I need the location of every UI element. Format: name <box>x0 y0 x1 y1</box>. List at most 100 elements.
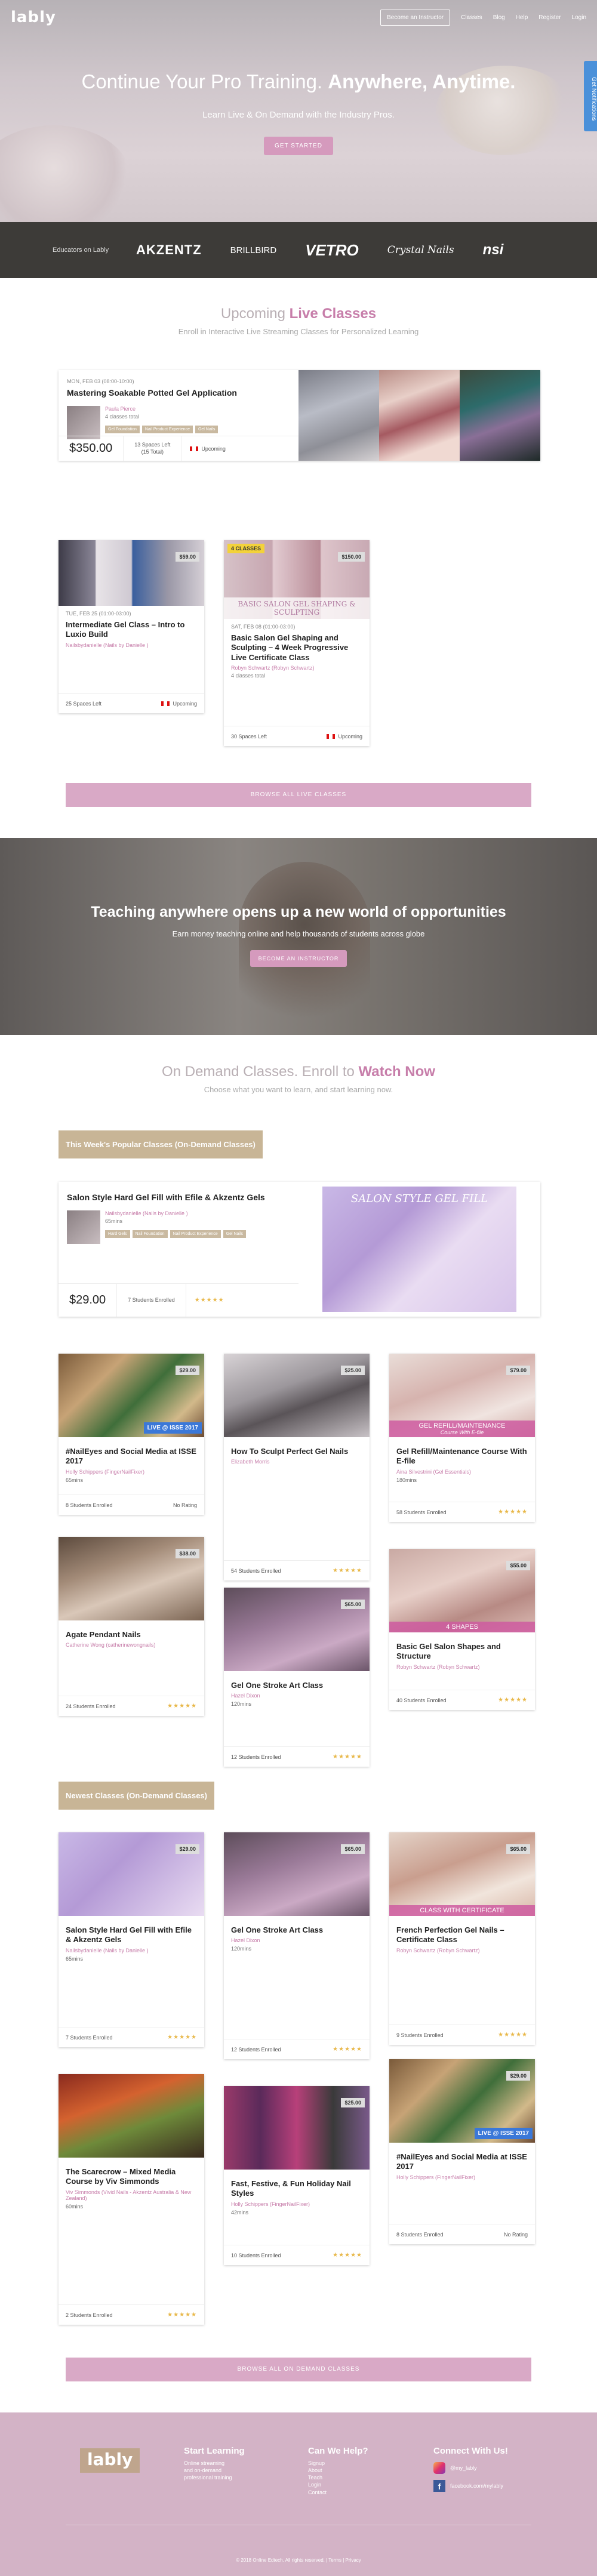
instructor-name[interactable]: Robyn Schwartz (Robyn Schwartz) <box>231 665 362 671</box>
footer-link-contact[interactable]: Contact <box>308 2489 368 2496</box>
ondemand-class-card[interactable]: $25.00 Fast, Festive, & Fun Holiday Nail … <box>224 2086 370 2265</box>
instructor-name[interactable]: Nailsbydanielle (Nails by Danielle ) <box>66 642 197 648</box>
ondemand-class-card[interactable]: $29.00 LIVE @ ISSE 2017 #NailEyes and Soci… <box>389 2059 535 2244</box>
card-body: Gel One Stroke Art Class Hazel Dixon 120mi… <box>224 1671 370 1713</box>
rating: ★★★★★ <box>498 1697 528 1703</box>
students-enrolled: 12 Students Enrolled <box>231 2046 281 2053</box>
instagram-link[interactable]: @my_lably <box>433 2462 508 2474</box>
class-title[interactable]: Basic Gel Salon Shapes and Structure <box>396 1642 528 1662</box>
instructor-name[interactable]: Holly Schippers (FingerNailFixer) <box>66 1469 197 1475</box>
instructor-name[interactable]: Holly Schippers (FingerNailFixer) <box>396 2174 528 2180</box>
browse-ondemand-classes-button[interactable]: BROWSE ALL ON DEMAND CLASSES <box>66 2358 531 2381</box>
class-thumbnail[interactable]: 4 CLASSES $150.00 BASIC SALON GEL SHAPIN… <box>224 540 370 619</box>
ondemand-class-card[interactable]: $55.00 4 SHAPES Basic Gel Salon Shapes and… <box>389 1549 535 1710</box>
live-class-card[interactable]: 4 CLASSES $150.00 BASIC SALON GEL SHAPIN… <box>224 540 370 746</box>
class-title[interactable]: The Scarecrow – Mixed Media Course by Vi… <box>66 2167 197 2187</box>
become-instructor-cta[interactable]: BECOME AN INSTRUCTOR <box>250 950 347 967</box>
hero-title-bold: Anywhere, Anytime. <box>328 70 516 93</box>
tag[interactable]: Hard Gels <box>105 1230 130 1238</box>
akzentz-logo[interactable]: AKZENTZ <box>136 242 202 258</box>
get-started-button[interactable]: GET STARTED <box>264 137 333 155</box>
site-logo[interactable]: lably <box>11 8 56 26</box>
class-title[interactable]: How To Sculpt Perfect Gel Nails <box>231 1447 362 1456</box>
instructor-name[interactable]: Viv Simmonds (Vivid Nails - Akzentz Aust… <box>66 2189 197 2201</box>
ondemand-class-card[interactable]: $29.00 Salon Style Hard Gel Fill with Efi… <box>59 1832 204 2047</box>
footer-link-about[interactable]: About <box>308 2467 368 2474</box>
class-thumbnail[interactable]: $25.00 <box>224 2086 370 2170</box>
classes-total: 4 classes total <box>105 413 140 420</box>
become-instructor-button[interactable]: Become an Instructor <box>380 9 451 26</box>
ondemand-class-card[interactable]: $25.00 How To Sculpt Perfect Gel Nails Eli… <box>224 1354 370 1580</box>
class-thumbnail[interactable]: $79.00 GEL REFILL/MAINTENANCE Course With … <box>389 1354 535 1437</box>
instructor-name[interactable]: Nailsbydanielle (Nails by Danielle ) <box>66 1948 197 1953</box>
class-title[interactable]: Gel One Stroke Art Class <box>231 1925 362 1935</box>
class-title[interactable]: Salon Style Hard Gel Fill with Efile & A… <box>66 1925 197 1945</box>
footer-link-login[interactable]: Login <box>308 2481 368 2488</box>
class-title[interactable]: Intermediate Gel Class – Intro to Luxio … <box>66 620 197 640</box>
class-title[interactable]: Agate Pendant Nails <box>66 1630 197 1640</box>
class-title[interactable]: #NailEyes and Social Media at ISSE 2017 <box>66 1447 197 1466</box>
browse-live-classes-button[interactable]: BROWSE ALL LIVE CLASSES <box>66 783 531 807</box>
class-thumbnail[interactable]: $29.00 <box>59 1832 204 1916</box>
class-title[interactable]: Basic Salon Gel Shaping and Sculpting – … <box>231 633 362 663</box>
tag[interactable]: Nail Product Experience <box>141 425 193 433</box>
students-enrolled: 9 Students Enrolled <box>396 2032 444 2038</box>
instructor-name[interactable]: Holly Schippers (FingerNailFixer) <box>231 2201 362 2207</box>
tag[interactable]: Nail Foundation <box>132 1230 168 1238</box>
ondemand-class-card[interactable]: $65.00 Gel One Stroke Art Class Hazel Dixo… <box>224 1588 370 1767</box>
class-title[interactable]: French Perfection Gel Nails – Certificat… <box>396 1925 528 1945</box>
nav-link-blog[interactable]: Blog <box>493 14 505 21</box>
instructor-name[interactable]: Catherine Wong (catherinewongnails) <box>66 1642 197 1648</box>
class-title[interactable]: Fast, Festive, & Fun Holiday Nail Styles <box>231 2179 362 2199</box>
ondemand-class-card[interactable]: $79.00 GEL REFILL/MAINTENANCE Course With … <box>389 1354 535 1522</box>
ondemand-class-card[interactable]: $38.00 Agate Pendant Nails Catherine Wong … <box>59 1537 204 1716</box>
class-thumbnail[interactable]: $25.00 <box>224 1354 370 1437</box>
tag[interactable]: Nail Product Experience <box>170 1230 221 1238</box>
class-thumbnail[interactable]: $55.00 4 SHAPES <box>389 1549 535 1632</box>
vetro-logo[interactable]: VETRO <box>305 241 359 260</box>
class-thumbnail[interactable]: $29.00 LIVE @ ISSE 2017 <box>59 1354 204 1437</box>
instructor-name[interactable]: Robyn Schwartz (Robyn Schwartz) <box>396 1664 528 1670</box>
class-title[interactable]: Gel One Stroke Art Class <box>231 1681 362 1690</box>
class-thumbnail[interactable]: $65.00 CLASS WITH CERTIFICATE <box>389 1832 535 1916</box>
class-title[interactable]: Gel Refill/Maintenance Course With E-fil… <box>396 1447 528 1466</box>
class-thumbnail[interactable]: $65.00 <box>224 1588 370 1671</box>
class-thumbnail[interactable]: $65.00 <box>224 1832 370 1916</box>
class-title[interactable]: Salon Style Hard Gel Fill with Efile & A… <box>67 1193 290 1203</box>
nav-link-classes[interactable]: Classes <box>461 14 482 21</box>
instructor-name[interactable]: Nailsbydanielle (Nails by Danielle ) <box>105 1210 246 1216</box>
tag[interactable]: Gel Nails <box>195 425 219 433</box>
tag[interactable]: Gel Nails <box>223 1230 247 1238</box>
footer-link-signup[interactable]: Signup <box>308 2460 368 2467</box>
instructor-name[interactable]: Hazel Dixon <box>231 1937 362 1943</box>
ondemand-class-card[interactable]: $29.00 LIVE @ ISSE 2017 #NailEyes and Soci… <box>59 1354 204 1515</box>
class-title[interactable]: #NailEyes and Social Media at ISSE 2017 <box>396 2152 528 2172</box>
tag[interactable]: Gel Foundation <box>105 425 140 433</box>
featured-live-class-card[interactable]: MON, FEB 03 (08:00-10:00) Mastering Soak… <box>59 370 540 461</box>
ondemand-class-card[interactable]: $65.00 Gel One Stroke Art Class Hazel Dixo… <box>224 1832 370 2059</box>
nav-link-register[interactable]: Register <box>538 14 561 21</box>
instructor-name[interactable]: Robyn Schwartz (Robyn Schwartz) <box>396 1948 528 1953</box>
facebook-link[interactable]: f facebook.com/mylably <box>433 2480 508 2492</box>
brillbird-logo[interactable]: BRILLBIRD <box>230 245 277 255</box>
nav-link-login[interactable]: Login <box>572 14 586 21</box>
instructor-name[interactable]: Aina Silvestrini (Gel Essentials) <box>396 1469 528 1475</box>
class-title[interactable]: Mastering Soakable Potted Gel Applicatio… <box>67 388 290 399</box>
nsi-logo[interactable]: nsi <box>483 242 504 258</box>
ondemand-class-card[interactable]: $65.00 CLASS WITH CERTIFICATE French Perfe… <box>389 1832 535 2045</box>
nav-link-help[interactable]: Help <box>516 14 528 21</box>
featured-ondemand-card[interactable]: Salon Style Hard Gel Fill with Efile & A… <box>59 1182 540 1317</box>
instructor-name[interactable]: Elizabeth Morris <box>231 1459 362 1465</box>
footer-logo[interactable]: lably <box>80 2448 140 2473</box>
instructor-name[interactable]: Paula Pierce <box>105 406 218 412</box>
class-thumbnail[interactable]: $29.00 LIVE @ ISSE 2017 <box>389 2059 535 2143</box>
crystal-nails-logo[interactable]: Crystal Nails <box>387 244 454 256</box>
class-thumbnail[interactable] <box>59 2074 204 2158</box>
ondemand-class-card[interactable]: The Scarecrow – Mixed Media Course by Vi… <box>59 2074 204 2325</box>
class-thumbnail[interactable]: $38.00 <box>59 1537 204 1620</box>
live-class-card[interactable]: $59.00 TUE, FEB 25 (01:00-03:00) Interme… <box>59 540 204 713</box>
footer-link-teach[interactable]: Teach <box>308 2474 368 2481</box>
get-notifications-tab[interactable]: Get Notifications <box>584 61 597 131</box>
class-thumbnail[interactable]: $59.00 <box>59 540 204 606</box>
instructor-name[interactable]: Hazel Dixon <box>231 1693 362 1699</box>
